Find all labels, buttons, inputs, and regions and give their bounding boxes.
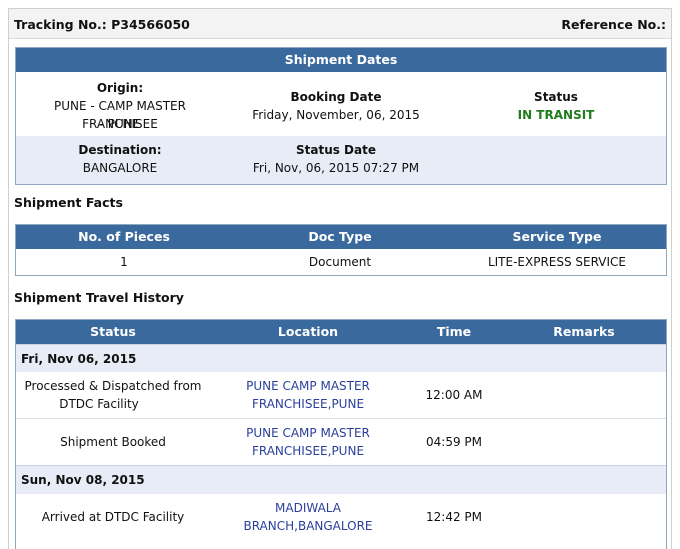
date-group-row: Sun, Nov 08, 2015 xyxy=(16,465,666,494)
service-type-value: LITE-EXPRESS SERVICE xyxy=(487,255,627,269)
status-date-label: Status Date xyxy=(295,143,376,157)
history-location[interactable]: PUNE CAMP MASTER xyxy=(210,377,406,395)
shipment-facts-table: No. of Pieces Doc Type Service Type 1 Do… xyxy=(15,224,667,276)
col-location: Location xyxy=(277,324,339,339)
history-location-line2[interactable]: BRANCH,BANGALORE xyxy=(210,517,406,535)
tracking-panel: Tracking No.: P34566050 Reference No.: S… xyxy=(8,8,672,549)
col-remarks: Remarks xyxy=(553,324,615,339)
booking-date-value: Friday, November, 06, 2015 xyxy=(252,108,420,122)
travel-history-header: Status Location Time Remarks xyxy=(16,320,666,344)
dates-row-destination: Destination: BANGALORE Status Date Fri, … xyxy=(16,136,666,184)
doc-type-value: Document xyxy=(308,255,372,269)
reference-number: Reference No.: xyxy=(561,17,666,32)
status-value: IN TRANSIT xyxy=(517,108,595,122)
origin-label: Origin: xyxy=(96,81,144,95)
history-status: Shipment Booked xyxy=(60,435,166,449)
history-time: 04:59 PM xyxy=(426,435,482,449)
date-group-label: Fri, Nov 06, 2015 xyxy=(21,352,137,366)
shipment-dates-table: Shipment Dates Origin: PUNE - CAMP MASTE… xyxy=(15,47,667,185)
history-row: Processed & Dispatched from DTDC Facilit… xyxy=(16,372,666,418)
history-location-line2[interactable]: FRANCHISEE,PUNE xyxy=(210,395,406,413)
col-doc-type: Doc Type xyxy=(308,229,372,244)
history-location-line2[interactable]: FRANCHISEE,PUNE xyxy=(210,442,406,460)
dates-row-origin: Origin: PUNE - CAMP MASTER FRANCHISEE - … xyxy=(16,72,666,136)
col-status: Status xyxy=(90,324,136,339)
origin-line2: - PUNE xyxy=(99,117,141,131)
destination-label: Destination: xyxy=(78,143,162,157)
col-time: Time xyxy=(436,324,472,339)
pieces-value: 1 xyxy=(120,255,128,269)
history-status: Processed & Dispatched from xyxy=(24,379,202,393)
history-location[interactable]: PUNE CAMP MASTER xyxy=(210,424,406,442)
tracking-number: Tracking No.: P34566050 xyxy=(14,17,190,32)
history-status-line2: DTDC Facility xyxy=(59,397,139,411)
travel-history-table: Status Location Time Remarks Fri, Nov 06… xyxy=(15,319,667,549)
date-group-label: Sun, Nov 08, 2015 xyxy=(21,473,145,487)
status-label: Status xyxy=(534,90,578,104)
destination-value: BANGALORE xyxy=(82,161,158,175)
travel-history-title: Shipment Travel History xyxy=(14,290,184,305)
shipment-facts-header: No. of Pieces Doc Type Service Type xyxy=(16,225,666,249)
status-date-value: Fri, Nov, 06, 2015 07:27 PM xyxy=(252,161,420,175)
facts-row: 1 Document LITE-EXPRESS SERVICE xyxy=(16,249,666,275)
history-status: Arrived at DTDC Facility xyxy=(41,510,185,524)
shipment-dates-header: Shipment Dates xyxy=(16,48,666,72)
col-service-type: Service Type xyxy=(512,229,602,244)
date-group-row: Fri, Nov 06, 2015 xyxy=(16,344,666,372)
booking-date-label: Booking Date xyxy=(290,90,382,104)
history-time: 12:00 AM xyxy=(425,388,483,402)
history-row: Arrived at DTDC Facility MADIWALA BRANCH… xyxy=(16,494,666,540)
col-pieces: No. of Pieces xyxy=(78,229,170,244)
shipment-facts-title: Shipment Facts xyxy=(14,195,123,210)
history-location[interactable]: MADIWALA xyxy=(210,499,406,517)
history-row: Shipment Booked PUNE CAMP MASTER FRANCHI… xyxy=(16,418,666,465)
tracking-header-bar: Tracking No.: P34566050 Reference No.: xyxy=(9,9,671,39)
history-time: 12:42 PM xyxy=(426,510,482,524)
